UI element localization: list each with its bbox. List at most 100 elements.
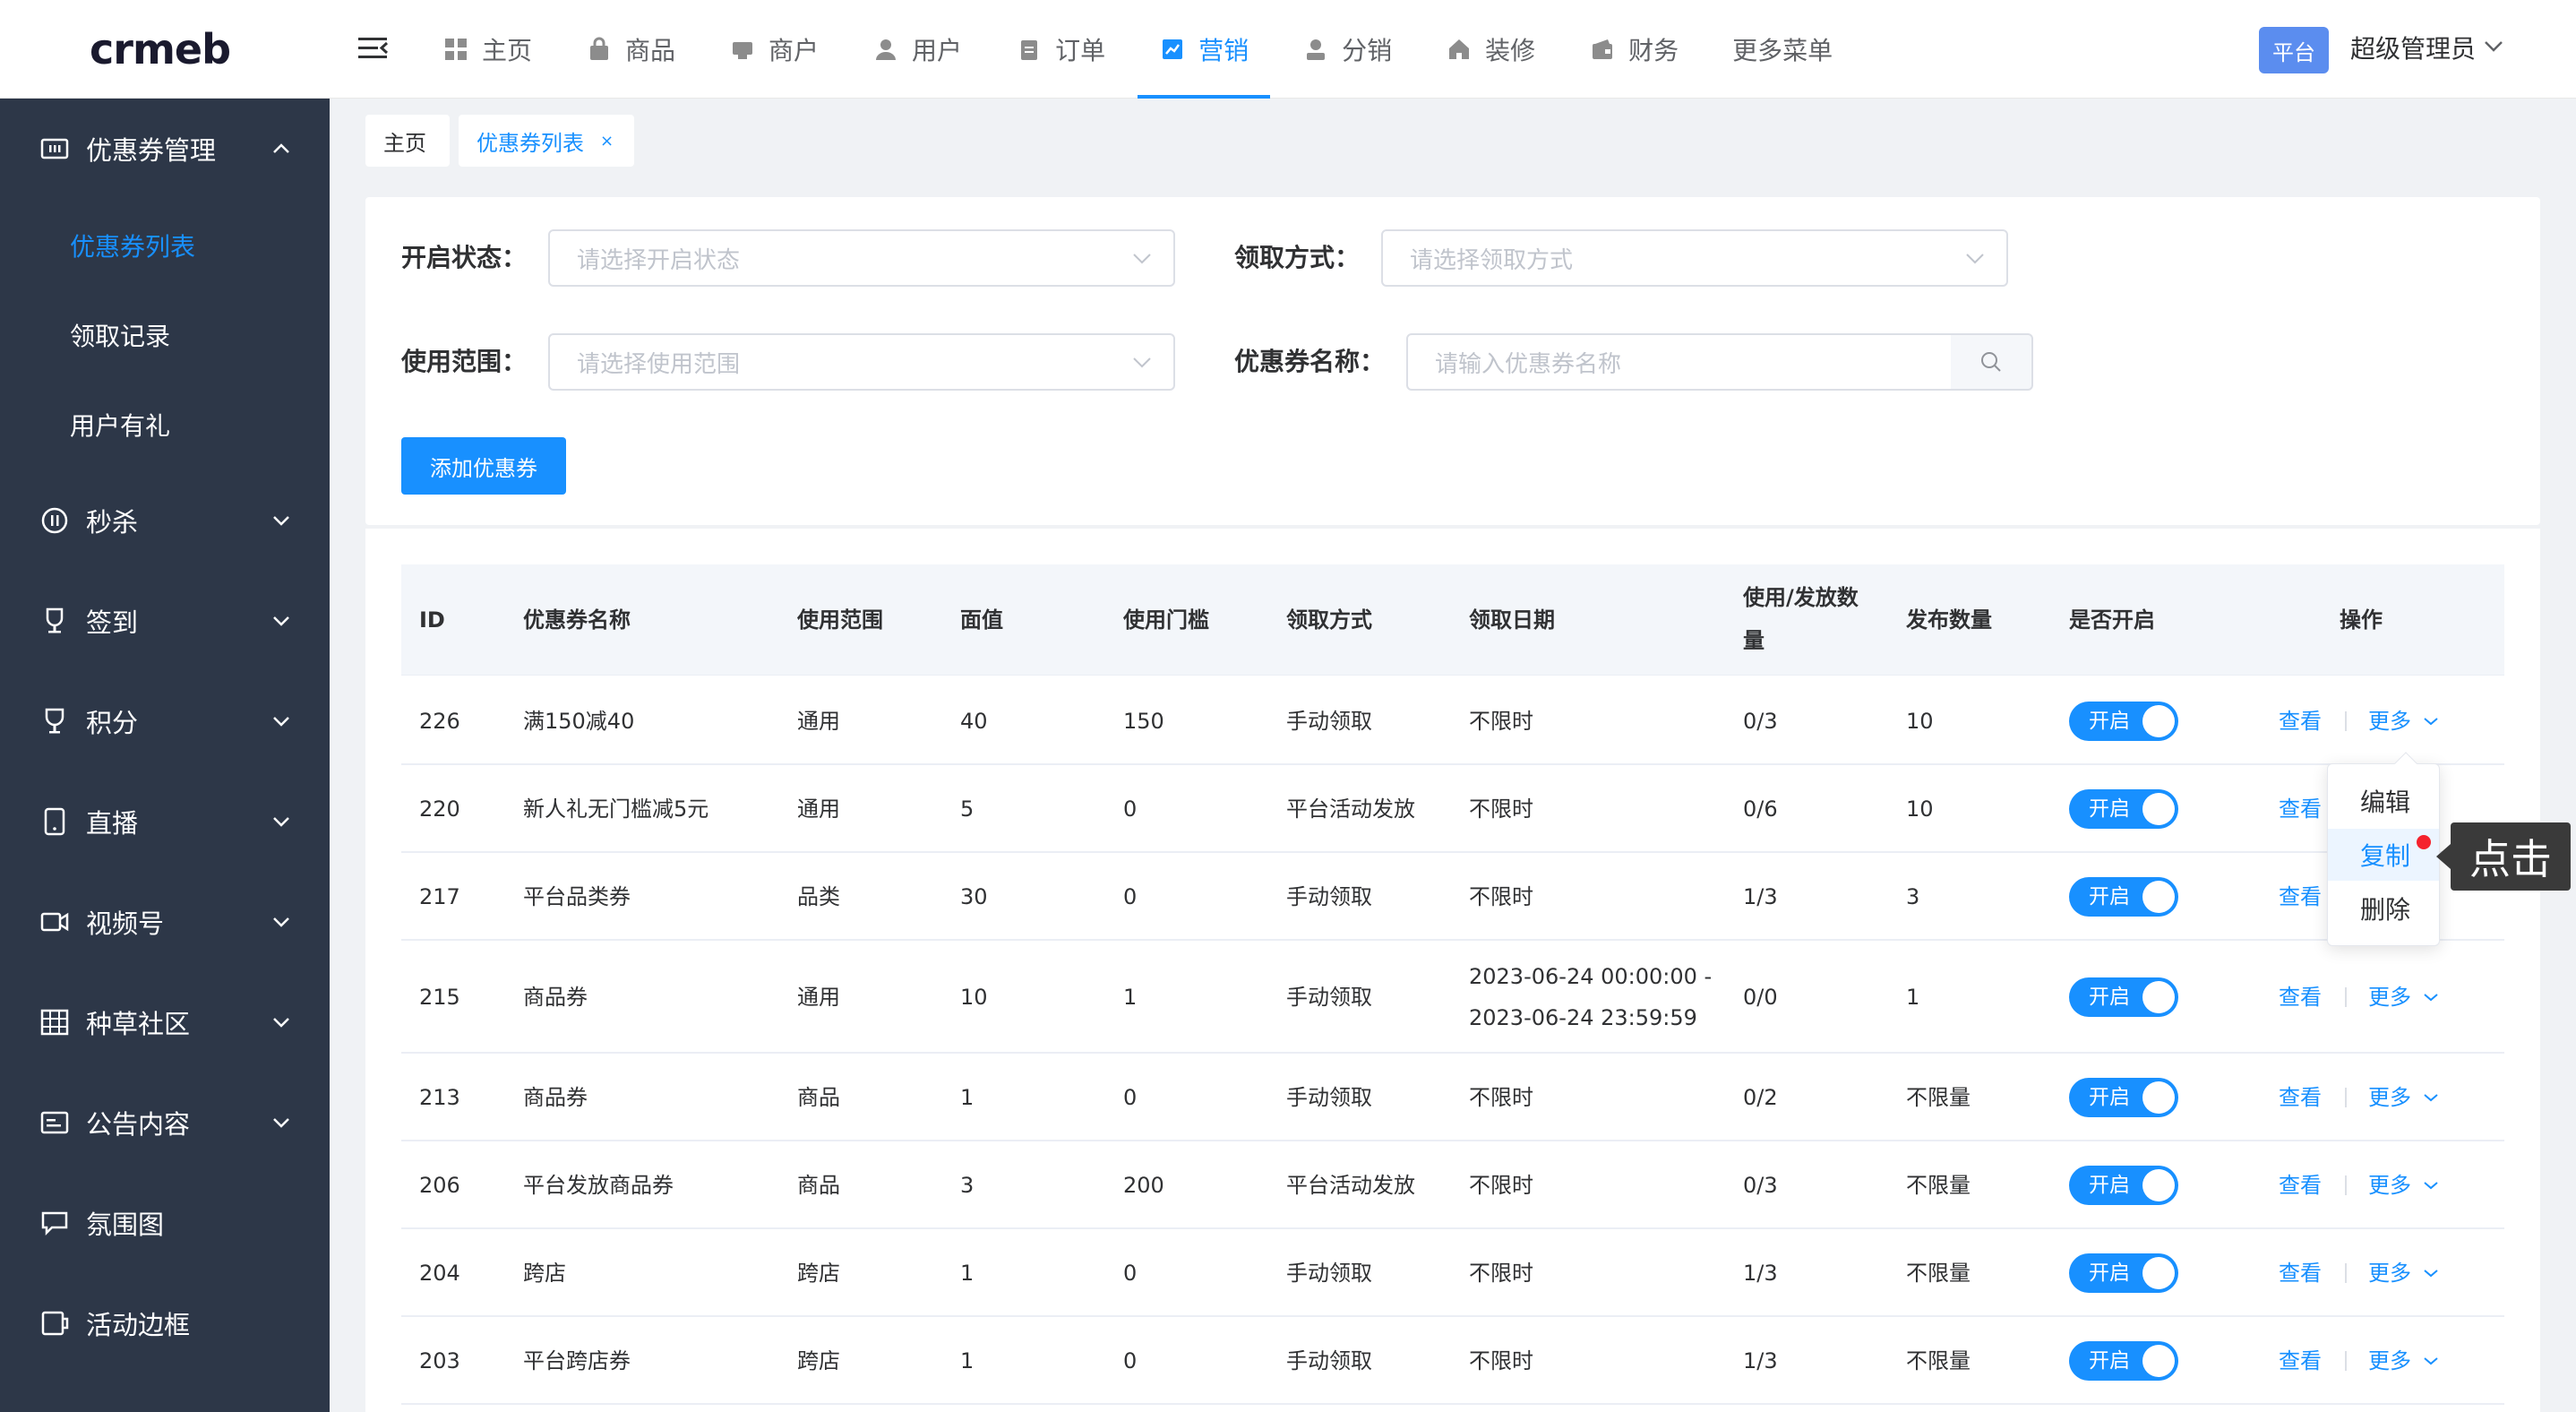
col-usage-wrap: 量: [1743, 628, 1765, 653]
sidebar-item-label: 活动边框: [86, 1310, 191, 1340]
chart-icon: [1159, 36, 1186, 63]
cell-name: 平台发放商品券: [523, 1173, 674, 1198]
coupon-name-input[interactable]: 请输入优惠券名称: [1406, 333, 1953, 391]
sidebar-item-flash-sale[interactable]: 秒杀: [0, 485, 330, 556]
nav-products[interactable]: 商品: [564, 0, 697, 99]
view-link[interactable]: 查看: [2279, 1253, 2322, 1294]
action-separator: [2345, 1351, 2347, 1371]
nav-users[interactable]: 用户: [851, 0, 983, 99]
admin-user-menu[interactable]: 超级管理员: [2350, 30, 2476, 68]
sidebar-item-checkin[interactable]: 签到: [0, 585, 330, 657]
enable-switch[interactable]: 开启: [2069, 1166, 2178, 1205]
nav-finance[interactable]: 财务: [1567, 0, 1700, 99]
chevron-down-icon[interactable]: [2422, 1356, 2440, 1366]
status-select[interactable]: 请选择开启状态: [548, 229, 1175, 287]
sidebar-item-atmosphere[interactable]: 氛围图: [0, 1187, 330, 1259]
more-link[interactable]: 更多: [2368, 701, 2411, 742]
sidebar-item-user-gifts[interactable]: 用户有礼: [0, 389, 330, 461]
cell-id: 204: [419, 1261, 460, 1286]
tab-home[interactable]: 主页: [365, 115, 450, 167]
view-link[interactable]: 查看: [2279, 1340, 2322, 1382]
sidebar-item-live[interactable]: 直播: [0, 786, 330, 857]
sidebar-item-activity-frame[interactable]: 活动边框: [0, 1287, 330, 1359]
menu-collapse-icon[interactable]: [356, 34, 389, 63]
sidebar-item-coupon-list[interactable]: 优惠券列表: [0, 210, 330, 281]
view-link[interactable]: 查看: [2279, 701, 2322, 742]
nav-decoration[interactable]: 装修: [1424, 0, 1557, 99]
chevron-down-icon[interactable]: [2422, 1268, 2440, 1279]
enable-switch[interactable]: 开启: [2069, 1253, 2178, 1293]
switch-knob: [2142, 881, 2175, 913]
cell-date: 不限时: [1469, 709, 1533, 734]
nav-marketing[interactable]: 营销: [1138, 0, 1271, 99]
logo[interactable]: crmeb: [90, 27, 231, 72]
chevron-down-icon[interactable]: [2483, 39, 2504, 54]
enable-switch[interactable]: 开启: [2069, 702, 2178, 741]
more-link[interactable]: 更多: [2368, 1253, 2411, 1294]
enable-switch[interactable]: 开启: [2069, 877, 2178, 917]
col-threshold: 使用门槛: [1123, 607, 1209, 633]
add-coupon-button[interactable]: 添加优惠券: [401, 437, 566, 495]
col-enabled: 是否开启: [2069, 607, 2155, 633]
dropdown-delete[interactable]: 删除: [2328, 882, 2439, 934]
enable-switch[interactable]: 开启: [2069, 1078, 2178, 1117]
more-link[interactable]: 更多: [2368, 1340, 2411, 1382]
cell-usage: 1/3: [1743, 1348, 1778, 1373]
enable-switch[interactable]: 开启: [2069, 977, 2178, 1017]
more-link[interactable]: 更多: [2368, 977, 2411, 1018]
nav-distribution[interactable]: 分销: [1281, 0, 1413, 99]
cell-value: 1: [960, 1348, 975, 1373]
view-link[interactable]: 查看: [2279, 1077, 2322, 1118]
switch-label: 开启: [2089, 986, 2130, 1009]
chevron-down-icon[interactable]: [2422, 1092, 2440, 1103]
chevron-down-icon: [273, 717, 289, 727]
sidebar-item-video-channel[interactable]: 视频号: [0, 886, 330, 958]
cell-value: 5: [960, 796, 975, 822]
nav-orders[interactable]: 订单: [994, 0, 1127, 99]
enable-switch[interactable]: 开启: [2069, 1341, 2178, 1381]
more-link[interactable]: 更多: [2368, 1165, 2411, 1206]
view-link[interactable]: 查看: [2279, 876, 2322, 917]
coupon-icon: [40, 138, 69, 159]
sidebar-item-community[interactable]: 种草社区: [0, 986, 330, 1058]
chevron-down-icon: [1133, 357, 1151, 368]
more-link[interactable]: 更多: [2368, 1077, 2411, 1118]
table-row: 206 平台发放商品券 商品 3 200 平台活动发放 0/3 不限量 不限时 开启 查看 更多: [401, 1141, 2504, 1229]
chevron-down-icon[interactable]: [2422, 716, 2440, 727]
col-count: 发布数量: [1906, 607, 1992, 633]
sidebar-item-label: 签到: [86, 607, 139, 638]
tab-coupon-list[interactable]: 优惠券列表 ×: [459, 115, 634, 167]
chevron-down-icon: [273, 817, 289, 827]
search-button[interactable]: [1951, 333, 2033, 391]
view-link[interactable]: 查看: [2279, 1165, 2322, 1206]
chevron-down-icon[interactable]: [2422, 1180, 2440, 1191]
cell-date: 不限时: [1469, 1348, 1533, 1373]
cell-name: 满150减40: [523, 709, 635, 734]
cell-usage: 0/6: [1743, 796, 1778, 822]
dropdown-edit[interactable]: 编辑: [2328, 775, 2439, 827]
method-select[interactable]: 请选择领取方式: [1381, 229, 2008, 287]
nav-home[interactable]: 主页: [421, 0, 554, 99]
view-link[interactable]: 查看: [2279, 977, 2322, 1018]
switch-label: 开启: [2089, 1261, 2130, 1285]
close-icon[interactable]: ×: [600, 132, 614, 151]
enable-switch[interactable]: 开启: [2069, 789, 2178, 829]
chevron-up-icon: [273, 143, 289, 153]
switch-knob: [2142, 705, 2175, 737]
table-row: 226 满150减40 通用 40 150 手动领取 0/3 10 不限时 开启 查看 更多: [401, 677, 2504, 765]
view-link[interactable]: 查看: [2279, 788, 2322, 830]
top-header: crmeb 主页 商品 商户 用户 订单 营销 分销 装修 财务 更多菜单 平台…: [0, 0, 2576, 99]
scope-select[interactable]: 请选择使用范围: [548, 333, 1175, 391]
sidebar-item-announcements[interactable]: 公告内容: [0, 1087, 330, 1158]
sidebar-item-points[interactable]: 积分: [0, 685, 330, 757]
cell-scope: 跨店: [797, 1261, 840, 1286]
nav-more-menu[interactable]: 更多菜单: [1711, 0, 1854, 99]
chevron-down-icon[interactable]: [2422, 992, 2440, 1003]
nav-merchants[interactable]: 商户: [708, 0, 840, 99]
sidebar-item-label: 种草社区: [86, 1009, 191, 1039]
cell-name: 平台品类券: [523, 884, 631, 909]
sidebar-group-coupon-management[interactable]: 优惠券管理: [0, 113, 330, 185]
sidebar-item-claim-records[interactable]: 领取记录: [0, 299, 330, 371]
table-row: 220 新人礼无门槛减5元 通用 5 0 平台活动发放 0/6 10 不限时 开启 查看: [401, 765, 2504, 853]
cell-usage: 1/3: [1743, 1261, 1778, 1286]
